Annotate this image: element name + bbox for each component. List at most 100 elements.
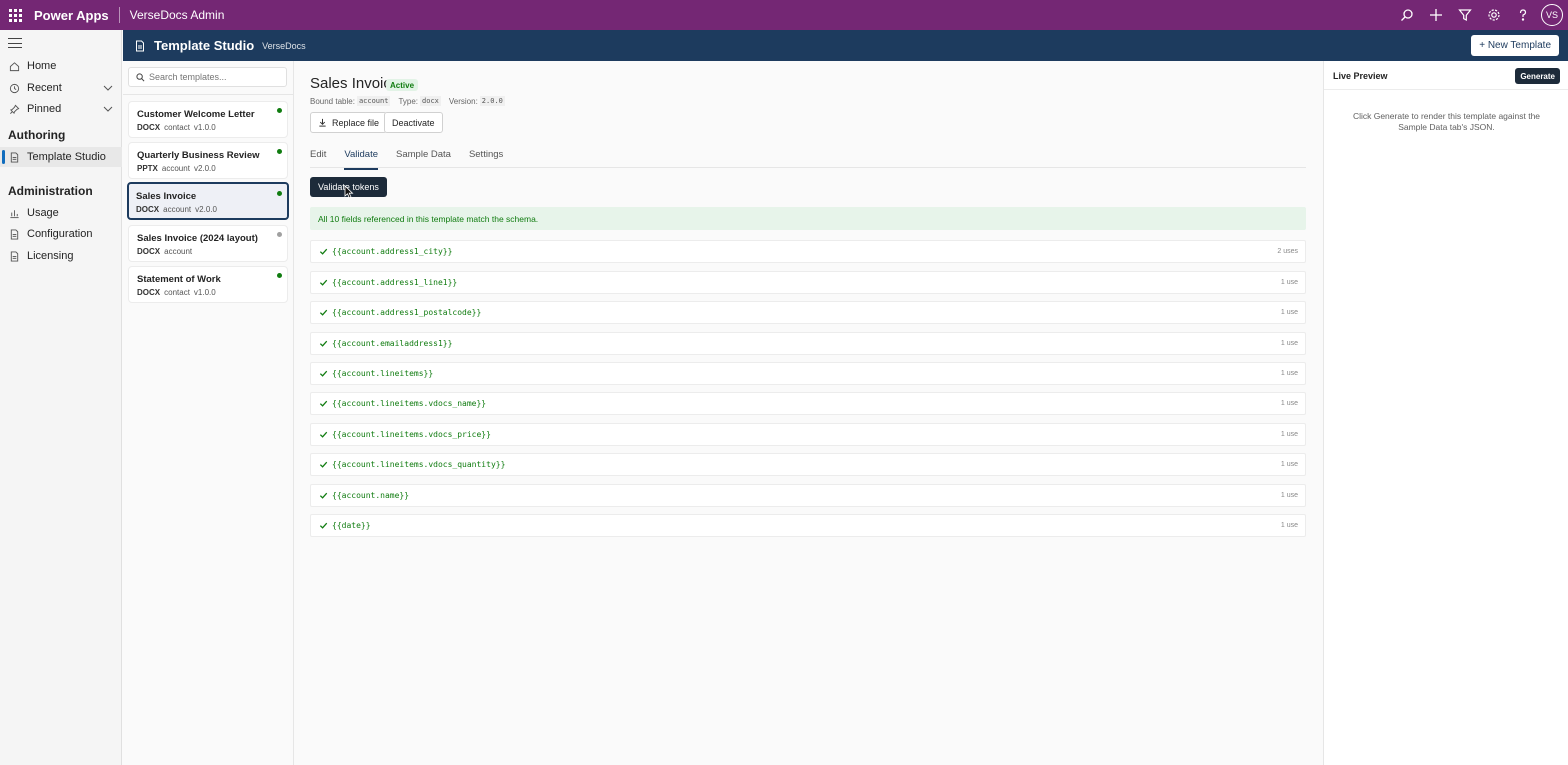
- template-name: Sales Invoice: [136, 191, 197, 202]
- nav-item-label: Usage: [27, 207, 59, 219]
- token-row: {{account.lineitems.vdocs_price}} 1 use: [310, 423, 1306, 446]
- template-meta: DOCX account v2.0.0: [136, 205, 217, 214]
- check-icon: [319, 522, 328, 529]
- environment-name[interactable]: VerseDocs Admin: [120, 8, 225, 22]
- hamburger-icon[interactable]: [8, 38, 22, 48]
- check-icon: [319, 431, 328, 438]
- template-meta: DOCX contact v1.0.0: [137, 288, 216, 297]
- template-table: account: [164, 247, 193, 256]
- token-row: {{account.name}} 1 use: [310, 484, 1306, 507]
- nav-section-administration: Administration: [8, 184, 93, 198]
- type-value: docx: [420, 96, 441, 106]
- template-table: account: [161, 164, 190, 173]
- chevron-down-icon[interactable]: [102, 103, 114, 115]
- version-value: 2.0.0: [479, 96, 505, 106]
- token-text: {{account.address1_postalcode}}: [332, 308, 482, 317]
- nav-item-label: Pinned: [27, 103, 62, 115]
- preview-divider: [1324, 89, 1568, 90]
- status-dot: [277, 273, 282, 278]
- token-row: {{account.emailaddress1}} 1 use: [310, 332, 1306, 355]
- search-input[interactable]: [149, 72, 279, 82]
- nav-item-label: Configuration: [27, 228, 93, 240]
- nav-item-licensing[interactable]: Licensing: [0, 246, 122, 266]
- token-row: {{account.address1_postalcode}} 1 use: [310, 301, 1306, 324]
- template-version: v1.0.0: [193, 288, 216, 297]
- token-text: {{account.lineitems.vdocs_quantity}}: [332, 460, 506, 469]
- template-format: DOCX: [136, 205, 160, 214]
- token-text: {{account.lineitems.vdocs_price}}: [332, 430, 491, 439]
- status-dot: [277, 191, 282, 196]
- detail-tabs: Edit Validate Sample Data Settings: [310, 149, 521, 170]
- template-list: Customer Welcome Letter DOCXcontactv1.0.…: [123, 61, 294, 765]
- new-template-button[interactable]: + New Template: [1471, 35, 1559, 56]
- token-usage-count: 1 use: [1280, 461, 1298, 468]
- template-meta: DOCX account: [137, 247, 192, 256]
- document-icon: [8, 228, 20, 240]
- help-icon[interactable]: [1508, 0, 1537, 30]
- token-usage-count: 1 use: [1280, 279, 1298, 286]
- template-card-sales-invoice-2024[interactable]: Sales Invoice (2024 layout) DOCX account: [128, 225, 288, 262]
- template-name: Sales Invoice (2024 layout): [137, 233, 258, 244]
- template-card-customer-welcome-letter[interactable]: Customer Welcome Letter DOCX contact v1.0.…: [128, 101, 288, 138]
- left-navigation: Home Recent Pinned Authoring Template St…: [0, 30, 122, 765]
- nav-item-configuration[interactable]: Configuration: [0, 224, 122, 244]
- user-avatar[interactable]: VS: [1541, 4, 1563, 26]
- chart-icon: [8, 207, 20, 219]
- tab-sample-data[interactable]: Sample Data: [396, 149, 451, 169]
- tab-validate[interactable]: Validate: [344, 149, 378, 170]
- search-box[interactable]: [128, 67, 287, 87]
- nav-item-usage[interactable]: Usage: [0, 203, 122, 223]
- settings-icon[interactable]: [1479, 0, 1508, 30]
- app-name[interactable]: Power Apps: [30, 8, 119, 23]
- token-usage-count: 1 use: [1280, 309, 1298, 316]
- template-name: Statement of Work: [137, 274, 221, 285]
- generate-button[interactable]: Generate: [1515, 68, 1560, 84]
- token-text: {{account.lineitems}}: [332, 369, 434, 378]
- filter-icon[interactable]: [1450, 0, 1479, 30]
- token-text: {{account.address1_line1}}: [332, 278, 458, 287]
- tab-edit[interactable]: Edit: [310, 149, 326, 169]
- check-icon: [319, 248, 328, 255]
- replace-file-button[interactable]: Replace file: [310, 112, 388, 133]
- nav-item-home[interactable]: Home: [0, 56, 122, 76]
- token-text: {{account.emailaddress1}}: [332, 339, 453, 348]
- template-card-statement-of-work[interactable]: Statement of Work DOCX contact v1.0.0: [128, 266, 288, 303]
- clock-icon: [8, 82, 20, 94]
- deactivate-label: Deactivate: [392, 117, 435, 128]
- status-dot: [277, 149, 282, 154]
- template-detail: Sales Invoice Active Bound table: accoun…: [294, 61, 1323, 765]
- home-icon: [8, 60, 20, 72]
- template-meta: PPTX account v2.0.0: [137, 164, 216, 173]
- tab-settings[interactable]: Settings: [469, 149, 503, 169]
- template-name: Customer Welcome Letter: [137, 109, 255, 120]
- token-usage-count: 1 use: [1280, 370, 1298, 377]
- template-card-quarterly-business-review[interactable]: Quarterly Business Review PPTX account v2.…: [128, 142, 288, 179]
- bound-table-value: account: [356, 96, 391, 106]
- document-icon: [8, 250, 20, 262]
- studio-header: Template Studio VerseDocs + New Template: [123, 30, 1568, 61]
- token-row: {{account.address1_city}} 2 uses: [310, 240, 1306, 263]
- template-card-sales-invoice[interactable]: Sales Invoice DOCX account v2.0.0: [127, 182, 289, 220]
- template-format: DOCX: [137, 247, 161, 256]
- nav-item-pinned[interactable]: Pinned: [0, 99, 122, 119]
- template-table: contact: [164, 123, 190, 132]
- bound-table-label: Bound table:: [310, 96, 355, 106]
- template-name: Quarterly Business Review: [137, 150, 260, 161]
- template-format: PPTX: [137, 164, 158, 173]
- token-usage-count: 1 use: [1280, 492, 1298, 499]
- nav-section-authoring: Authoring: [8, 128, 66, 142]
- token-row: {{account.address1_line1}} 1 use: [310, 271, 1306, 294]
- nav-item-template-studio[interactable]: Template Studio: [0, 147, 122, 167]
- add-icon[interactable]: [1421, 0, 1450, 30]
- top-actions: VS: [1392, 0, 1568, 30]
- status-dot: [277, 108, 282, 113]
- check-icon: [319, 400, 328, 407]
- validation-success-message: All 10 fields referenced in this templat…: [310, 207, 1306, 230]
- nav-item-recent[interactable]: Recent: [0, 78, 122, 98]
- chevron-down-icon[interactable]: [102, 82, 114, 94]
- nav-item-label: Licensing: [27, 250, 74, 262]
- search-icon[interactable]: [1392, 0, 1421, 30]
- app-launcher-icon[interactable]: [0, 0, 30, 30]
- check-icon: [319, 309, 328, 316]
- deactivate-button[interactable]: Deactivate: [384, 112, 443, 133]
